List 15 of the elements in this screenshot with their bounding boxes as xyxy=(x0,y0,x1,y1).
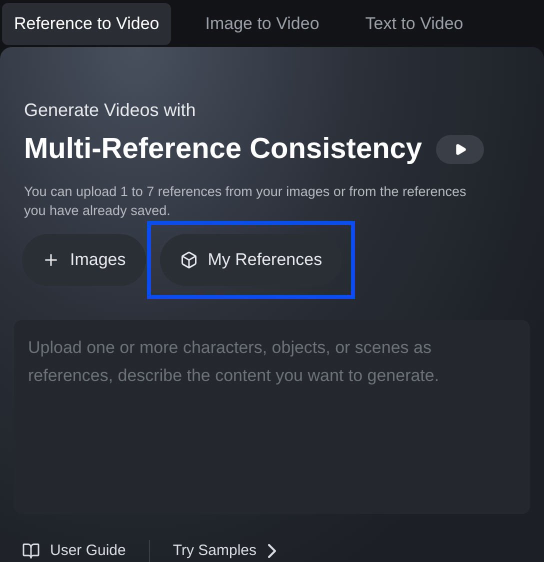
description: You can upload 1 to 7 references from your images or from the references you have already saved. xyxy=(24,182,468,220)
subtitle: Generate Videos with xyxy=(24,99,197,122)
cube-icon xyxy=(180,250,198,268)
title: Multi-Reference Consistency xyxy=(24,132,422,167)
tab[interactable]: Text to Video xyxy=(353,2,476,44)
prompt-field[interactable]: Upload one or more characters, objects, or scenes as references, describe the content you want to generate. xyxy=(14,320,530,514)
footer-link[interactable]: User Guide xyxy=(22,540,126,562)
play-icon xyxy=(454,143,467,156)
footer-link[interactable]: Try Samples xyxy=(172,540,277,562)
chevron-icon xyxy=(266,544,277,558)
book-icon xyxy=(22,542,40,560)
tab[interactable]: Image to Video xyxy=(193,2,332,44)
play-button[interactable] xyxy=(436,135,484,164)
tab[interactable]: Reference to Video xyxy=(2,2,172,44)
source-button[interactable]: Images xyxy=(22,234,146,286)
